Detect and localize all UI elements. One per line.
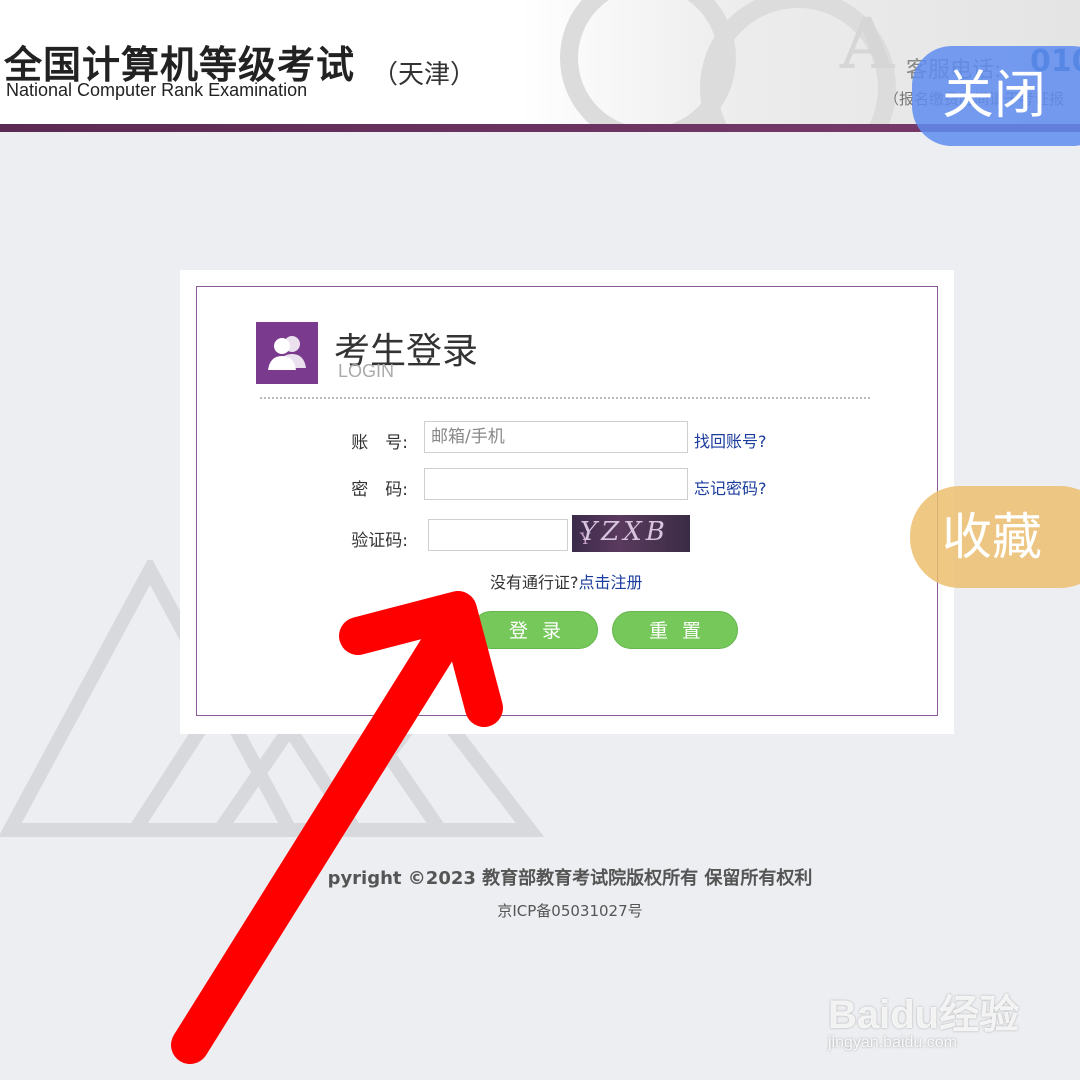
watermark-url: jingyan.baidu.com: [828, 1034, 957, 1051]
no-pass-text: 没有通行证?: [490, 573, 579, 592]
captcha-label: 验证码:: [351, 531, 408, 551]
register-link[interactable]: 点击注册: [579, 573, 643, 592]
password-label: 密 码:: [351, 480, 408, 500]
decorative-letter: A: [840, 2, 895, 85]
forgot-password-link[interactable]: 忘记密码?: [694, 475, 767, 499]
account-label: 账 号:: [351, 433, 408, 453]
region-label: （天津）: [372, 60, 477, 90]
icp-number: 京ICP备05031027号: [497, 902, 643, 920]
users-icon: [256, 322, 318, 384]
close-button[interactable]: 关闭: [912, 46, 1080, 146]
find-account-link[interactable]: 找回账号?: [694, 428, 767, 452]
copyright-text: pyright ©2023 教育部教育考试院版权所有 保留所有权利: [327, 868, 813, 889]
captcha-text: YZXB: [580, 517, 669, 547]
dotted-divider: [260, 397, 870, 399]
register-prompt: 没有通行证?点击注册: [490, 569, 643, 593]
reset-button[interactable]: 重置: [612, 611, 738, 649]
baidu-jingyan-logo: Baidu经验: [828, 993, 1020, 1037]
account-input[interactable]: [424, 421, 688, 453]
captcha-input[interactable]: [428, 519, 568, 551]
password-input[interactable]: [424, 468, 688, 500]
captcha-image[interactable]: Y YZXB: [572, 515, 690, 552]
favorite-button[interactable]: 收藏: [910, 486, 1080, 588]
login-subtitle: LOGIN: [338, 361, 395, 381]
site-subtitle: National Computer Rank Examination: [6, 80, 308, 100]
login-button[interactable]: 登录: [472, 611, 598, 649]
